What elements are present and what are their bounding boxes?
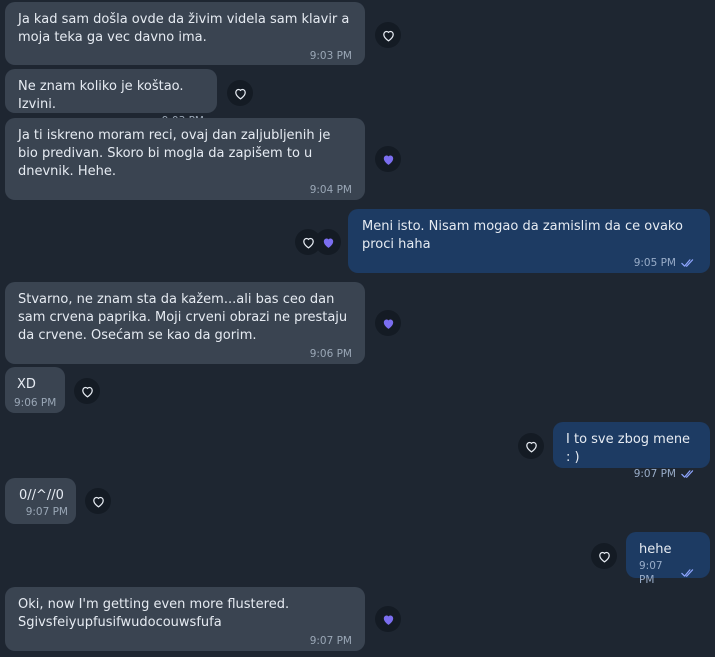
message-time: 9:04 PM [309, 184, 352, 196]
chat-thread: Ja kad sam došla ovde da živim videla sa… [0, 0, 715, 657]
message-outgoing[interactable]: I to sve zbog mene : ) 9:07 PM [553, 422, 710, 480]
message-meta: 9:03 PM [18, 49, 352, 63]
message-meta: 9:07 PM [19, 505, 68, 519]
message-time: 9:07 PM [639, 560, 663, 586]
message-text: Stvarno, ne znam sta da kažem...ali bas … [18, 292, 348, 343]
heart-filled-icon[interactable] [315, 229, 341, 255]
heart-filled-icon[interactable] [375, 310, 401, 336]
message-meta: 9:04 PM [18, 183, 352, 197]
message-incoming[interactable]: 0//^//0 9:07 PM [5, 478, 76, 524]
message-text: Oki, now I'm getting even more flustered… [18, 597, 290, 630]
message-time: 9:03 PM [309, 50, 352, 62]
heart-outline-icon[interactable] [85, 488, 111, 514]
message-text: I to sve zbog mene : ) [566, 432, 691, 465]
heart-outline-icon[interactable] [518, 433, 544, 459]
message-meta: 9:07 PM [566, 467, 697, 481]
message-meta: 9:05 PM [362, 256, 697, 270]
message-text: Ne znam koliko je koštao. Izvini. [18, 79, 184, 112]
message-outgoing[interactable]: Meni isto. Nisam mogao da zamislim da ce… [348, 209, 710, 273]
message-incoming[interactable]: Ne znam koliko je koštao. Izvini. 9:03 P… [5, 69, 217, 127]
heart-outline-icon[interactable] [74, 378, 100, 404]
message-time: 9:06 PM [14, 397, 57, 409]
reaction-group[interactable] [295, 229, 341, 255]
double-check-icon [681, 258, 697, 268]
message-incoming[interactable]: XD 9:06 PM [5, 367, 65, 413]
message-incoming[interactable]: Stvarno, ne znam sta da kažem...ali bas … [5, 282, 365, 364]
message-time: 9:07 PM [309, 635, 352, 647]
message-incoming[interactable]: Oki, now I'm getting even more flustered… [5, 587, 365, 651]
message-outgoing[interactable]: hehe 9:07 PM [626, 532, 710, 586]
message-incoming[interactable]: Ja ti iskreno moram reci, ovaj dan zalju… [5, 118, 365, 200]
message-text: XD [17, 377, 36, 392]
double-check-icon [681, 469, 697, 479]
message-time: 9:06 PM [309, 348, 352, 360]
message-incoming[interactable]: Ja kad sam došla ovde da živim videla sa… [5, 2, 365, 65]
message-time: 9:07 PM [25, 506, 68, 518]
message-meta: 9:06 PM [18, 347, 352, 361]
message-time: 9:05 PM [633, 257, 676, 269]
heart-outline-icon[interactable] [375, 22, 401, 48]
double-check-icon [681, 568, 697, 578]
heart-filled-icon[interactable] [375, 146, 401, 172]
message-text: 0//^//0 [19, 488, 64, 503]
message-time: 9:07 PM [633, 468, 676, 480]
message-text: Meni isto. Nisam mogao da zamislim da ce… [362, 219, 683, 252]
heart-outline-icon[interactable] [227, 80, 253, 106]
message-meta: 9:06 PM [14, 396, 57, 410]
message-text: Ja ti iskreno moram reci, ovaj dan zalju… [18, 128, 331, 179]
heart-outline-icon[interactable] [591, 543, 617, 569]
message-meta: 9:07 PM [18, 634, 352, 648]
message-text: Ja kad sam došla ovde da živim videla sa… [18, 12, 350, 45]
message-text: hehe [639, 542, 672, 557]
heart-filled-icon[interactable] [375, 606, 401, 632]
message-meta: 9:07 PM [639, 559, 697, 587]
